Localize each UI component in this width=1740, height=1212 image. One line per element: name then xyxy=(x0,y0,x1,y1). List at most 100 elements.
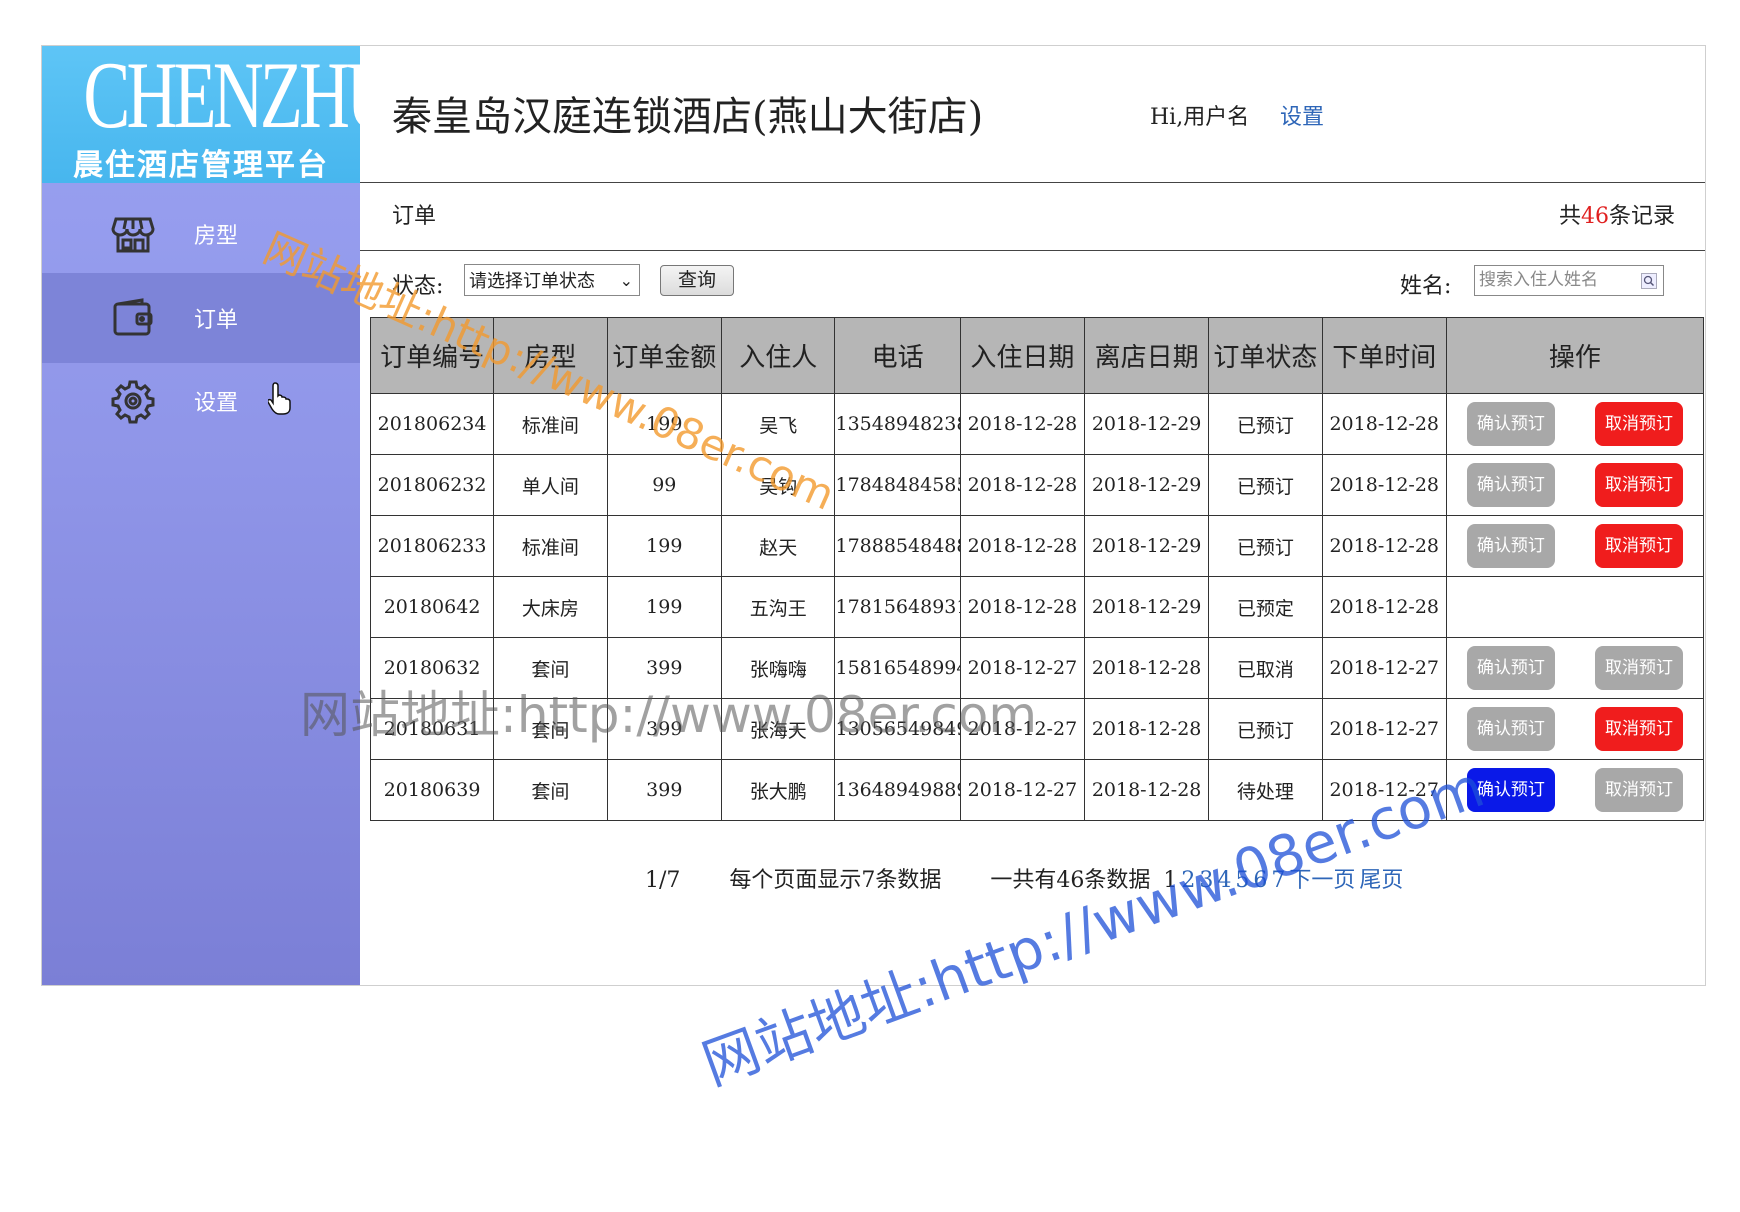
page-link[interactable]: 2 xyxy=(1181,868,1195,893)
table-cell-checkout: 2018-12-29 xyxy=(1083,393,1210,455)
record-count-suffix: 条记录 xyxy=(1608,204,1675,229)
table-cell-guest: 赵天 xyxy=(721,515,836,577)
page-link[interactable]: 7 xyxy=(1271,868,1285,893)
user-greeting: Hi,用户名 xyxy=(1150,105,1250,130)
status-select[interactable]: 请选择订单状态 ⌄ xyxy=(464,264,640,296)
table-cell-guest: 吴钩 xyxy=(721,454,836,516)
table-cell-actions xyxy=(1445,576,1705,638)
per-page-info: 每个页面显示7条数据 xyxy=(729,868,942,893)
table-cell-checkin: 2018-12-28 xyxy=(959,393,1086,455)
sidebar-item-room-types[interactable]: 房型 xyxy=(42,189,360,279)
confirm-booking-button[interactable]: 确认预订 xyxy=(1466,402,1555,446)
table-cell-ordered: 2018-12-27 xyxy=(1321,637,1447,699)
table-cell-ordered: 2018-12-27 xyxy=(1321,759,1447,821)
table-cell-id: 20180642 xyxy=(369,576,495,638)
table-cell-checkin: 2018-12-27 xyxy=(959,759,1086,821)
pagination: 1/7 每个页面显示7条数据 一共有46条数据 1 2 3 4 5 6 7 下一页 尾页 xyxy=(645,862,1407,894)
table-row: 20180631 套间 399 张海天 13056549849 2018-12-27 201… xyxy=(369,698,1705,760)
sidebar-item-settings[interactable]: 设置 xyxy=(42,356,360,446)
table-row: 201806233 标准间 199 赵天 17888548488 2018-12-28 20… xyxy=(369,515,1705,577)
table-cell-amount: 99 xyxy=(606,454,723,516)
record-count-prefix: 共 xyxy=(1558,204,1581,229)
table-cell-phone: 17848484585 xyxy=(834,454,961,516)
table-cell-room: 套间 xyxy=(493,698,608,760)
page-link[interactable]: 5 xyxy=(1235,868,1249,893)
table-cell-ordered: 2018-12-28 xyxy=(1321,454,1447,516)
cancel-booking-button[interactable]: 取消预订 xyxy=(1594,524,1683,568)
logo-subtitle: 晨住酒店管理平台 xyxy=(73,148,329,183)
column-header[interactable]: 订单编号 xyxy=(369,317,495,394)
table-cell-actions: 确认预订 取消预订 xyxy=(1445,759,1705,821)
page-position: 1/7 xyxy=(645,868,681,893)
last-page-link[interactable]: 尾页 xyxy=(1359,868,1403,893)
table-cell-checkin: 2018-12-27 xyxy=(959,637,1086,699)
table-cell-guest: 张海天 xyxy=(721,698,836,760)
next-page-link[interactable]: 下一页 xyxy=(1289,868,1355,893)
query-button[interactable]: 查询 xyxy=(660,265,734,296)
confirm-booking-button[interactable]: 确认预订 xyxy=(1466,524,1555,568)
sidebar-item-label: 订单 xyxy=(194,308,239,333)
page-link[interactable]: 4 xyxy=(1217,868,1231,893)
table-cell-guest: 五沟王 xyxy=(721,576,836,638)
cancel-booking-button[interactable]: 取消预订 xyxy=(1594,402,1683,446)
guest-name-search-input[interactable]: 搜索入住人姓名 xyxy=(1474,265,1664,296)
main-content: 秦皇岛汉庭连锁酒店(燕山大街店) Hi,用户名 设置 订单 共46条记录 状态:… xyxy=(360,46,1705,985)
logo-text: CHENZHU xyxy=(83,42,397,148)
page-link[interactable]: 3 xyxy=(1199,868,1213,893)
record-count-number: 46 xyxy=(1580,204,1609,229)
column-header[interactable]: 房型 xyxy=(493,317,608,394)
table-cell-amount: 199 xyxy=(606,515,723,577)
table-cell-amount: 199 xyxy=(606,576,723,638)
record-count: 共46条记录 xyxy=(1559,198,1675,230)
table-cell-amount: 199 xyxy=(606,393,723,455)
table-cell-status: 待处理 xyxy=(1208,759,1323,821)
sidebar: CHENZHU 晨住酒店管理平台 房型 订单 设置 xyxy=(42,42,397,985)
search-icon[interactable] xyxy=(1641,273,1657,289)
page-link-current: 1 xyxy=(1163,868,1178,893)
sidebar-item-orders[interactable]: 订单 xyxy=(42,273,360,363)
confirm-booking-button[interactable]: 确认预订 xyxy=(1466,463,1555,507)
page-link[interactable]: 6 xyxy=(1253,868,1267,893)
table-cell-status: 已取消 xyxy=(1208,637,1323,699)
table-row: 20180642 大床房 199 五沟王 17815648931 2018-12-28 20… xyxy=(369,576,1705,638)
cancel-booking-button[interactable]: 取消预订 xyxy=(1594,463,1683,507)
name-filter-label: 姓名: xyxy=(1400,274,1452,299)
logo[interactable]: CHENZHU 晨住酒店管理平台 xyxy=(42,42,397,183)
table-cell-ordered: 2018-12-28 xyxy=(1321,393,1447,455)
table-cell-status: 已预订 xyxy=(1208,393,1323,455)
column-header[interactable]: 入住人 xyxy=(721,317,836,394)
table-cell-status: 已预订 xyxy=(1208,698,1323,760)
cancel-booking-button[interactable]: 取消预订 xyxy=(1594,768,1683,812)
table-cell-guest: 张嗨嗨 xyxy=(721,637,836,699)
table-row: 20180639 套间 399 张大鹏 13648949889 2018-12-27 201… xyxy=(369,759,1705,821)
confirm-booking-button[interactable]: 确认预订 xyxy=(1466,646,1555,690)
confirm-booking-button[interactable]: 确认预订 xyxy=(1466,768,1555,812)
cancel-booking-button[interactable]: 取消预订 xyxy=(1594,646,1683,690)
total-info: 一共有46条数据 xyxy=(990,868,1151,893)
table-cell-room: 大床房 xyxy=(493,576,608,638)
table-cell-checkout: 2018-12-28 xyxy=(1083,637,1210,699)
table-cell-amount: 399 xyxy=(606,637,723,699)
table-cell-room: 标准间 xyxy=(493,393,608,455)
table-cell-id: 201806233 xyxy=(369,515,495,577)
table-cell-checkout: 2018-12-29 xyxy=(1083,454,1210,516)
page-title: 秦皇岛汉庭连锁酒店(燕山大街店) xyxy=(392,94,984,140)
column-header[interactable]: 电话 xyxy=(834,317,961,394)
table-cell-checkin: 2018-12-28 xyxy=(959,576,1086,638)
table-cell-checkout: 2018-12-28 xyxy=(1083,698,1210,760)
table-cell-phone: 17815648931 xyxy=(834,576,961,638)
column-header[interactable]: 下单时间 xyxy=(1321,317,1447,394)
table-cell-id: 20180639 xyxy=(369,759,495,821)
column-header[interactable]: 订单金额 xyxy=(606,317,723,394)
column-header[interactable]: 入住日期 xyxy=(959,317,1086,394)
orders-table: 订单编号 房型 订单金额 入住人 电话 入住日期 离店日期 订单状态 下单时间 … xyxy=(369,317,1705,821)
column-header[interactable]: 订单状态 xyxy=(1208,317,1323,394)
table-cell-actions: 确认预订 取消预订 xyxy=(1445,393,1705,455)
table-row: 201806234 标准间 199 吴飞 13548948238 2018-12-28 20… xyxy=(369,393,1705,455)
hand-cursor-icon xyxy=(268,382,291,415)
cancel-booking-button[interactable]: 取消预订 xyxy=(1594,707,1683,751)
settings-link[interactable]: 设置 xyxy=(1280,99,1324,131)
column-header[interactable]: 离店日期 xyxy=(1083,317,1210,394)
table-row: 20180632 套间 399 张嗨嗨 15816548994 2018-12-27 201… xyxy=(369,637,1705,699)
confirm-booking-button[interactable]: 确认预订 xyxy=(1466,707,1555,751)
